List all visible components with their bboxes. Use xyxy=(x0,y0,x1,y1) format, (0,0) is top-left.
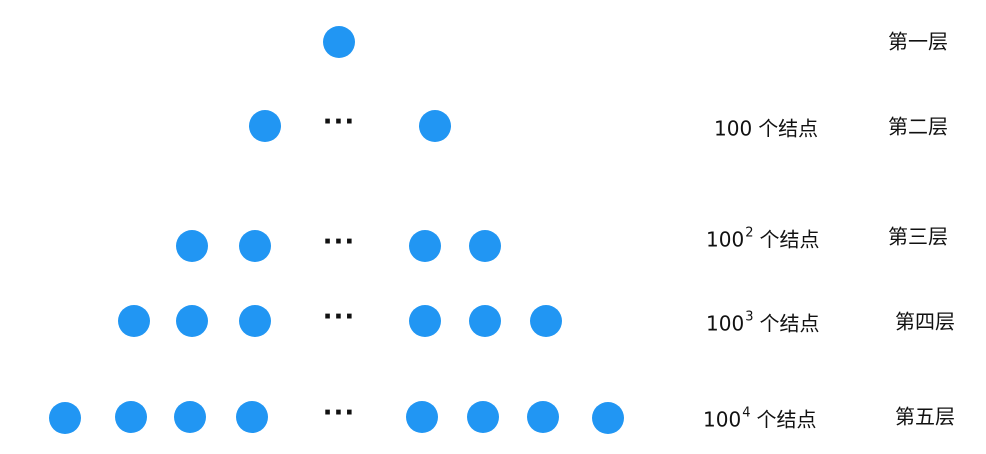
tree-node xyxy=(406,401,438,433)
tree-node xyxy=(118,305,150,337)
tree-node xyxy=(469,230,501,262)
level-label-1: 第一层 xyxy=(888,29,948,54)
tree-node xyxy=(236,401,268,433)
count-suffix: 个结点 xyxy=(759,311,820,336)
tree-node xyxy=(249,110,281,142)
tree-node xyxy=(469,305,501,337)
level-label-2: 第二层 xyxy=(888,114,948,139)
count-suffix: 个结点 xyxy=(759,227,820,252)
count-suffix: 个结点 xyxy=(756,407,817,432)
tree-node xyxy=(174,401,206,433)
ellipsis: ··· xyxy=(322,107,356,138)
count-exponent: 2 xyxy=(745,225,754,241)
count-base: 100 xyxy=(714,116,753,141)
ellipsis: ··· xyxy=(322,227,356,258)
node-count-label-2: 100 个结点 xyxy=(714,113,818,142)
level-label-4: 第四层 xyxy=(895,309,955,334)
tree-level-diagram: 第一层 ··· 100 个结点 第二层 ··· 1002 个结点 第三层 ··· 1… xyxy=(0,0,986,454)
tree-node xyxy=(419,110,451,142)
tree-node xyxy=(49,402,81,434)
ellipsis: ··· xyxy=(322,398,356,429)
level-label-3: 第三层 xyxy=(888,224,948,249)
tree-node xyxy=(409,230,441,262)
tree-node xyxy=(115,401,147,433)
ellipsis: ··· xyxy=(322,302,356,333)
count-suffix: 个结点 xyxy=(758,116,819,141)
node-count-label-3: 1002 个结点 xyxy=(706,224,819,253)
node-count-label-4: 1003 个结点 xyxy=(706,308,819,337)
tree-node xyxy=(530,305,562,337)
tree-node xyxy=(176,230,208,262)
count-exponent: 3 xyxy=(745,309,754,325)
node-count-label-5: 1004 个结点 xyxy=(703,404,816,433)
tree-node xyxy=(176,305,208,337)
tree-node xyxy=(592,402,624,434)
count-base: 100 xyxy=(706,227,745,252)
tree-node xyxy=(323,26,355,58)
count-base: 100 xyxy=(703,407,742,432)
tree-node xyxy=(467,401,499,433)
count-exponent: 4 xyxy=(742,405,751,421)
tree-node xyxy=(239,230,271,262)
level-label-5: 第五层 xyxy=(895,404,955,429)
count-base: 100 xyxy=(706,311,745,336)
tree-node xyxy=(239,305,271,337)
tree-node xyxy=(409,305,441,337)
tree-node xyxy=(527,401,559,433)
